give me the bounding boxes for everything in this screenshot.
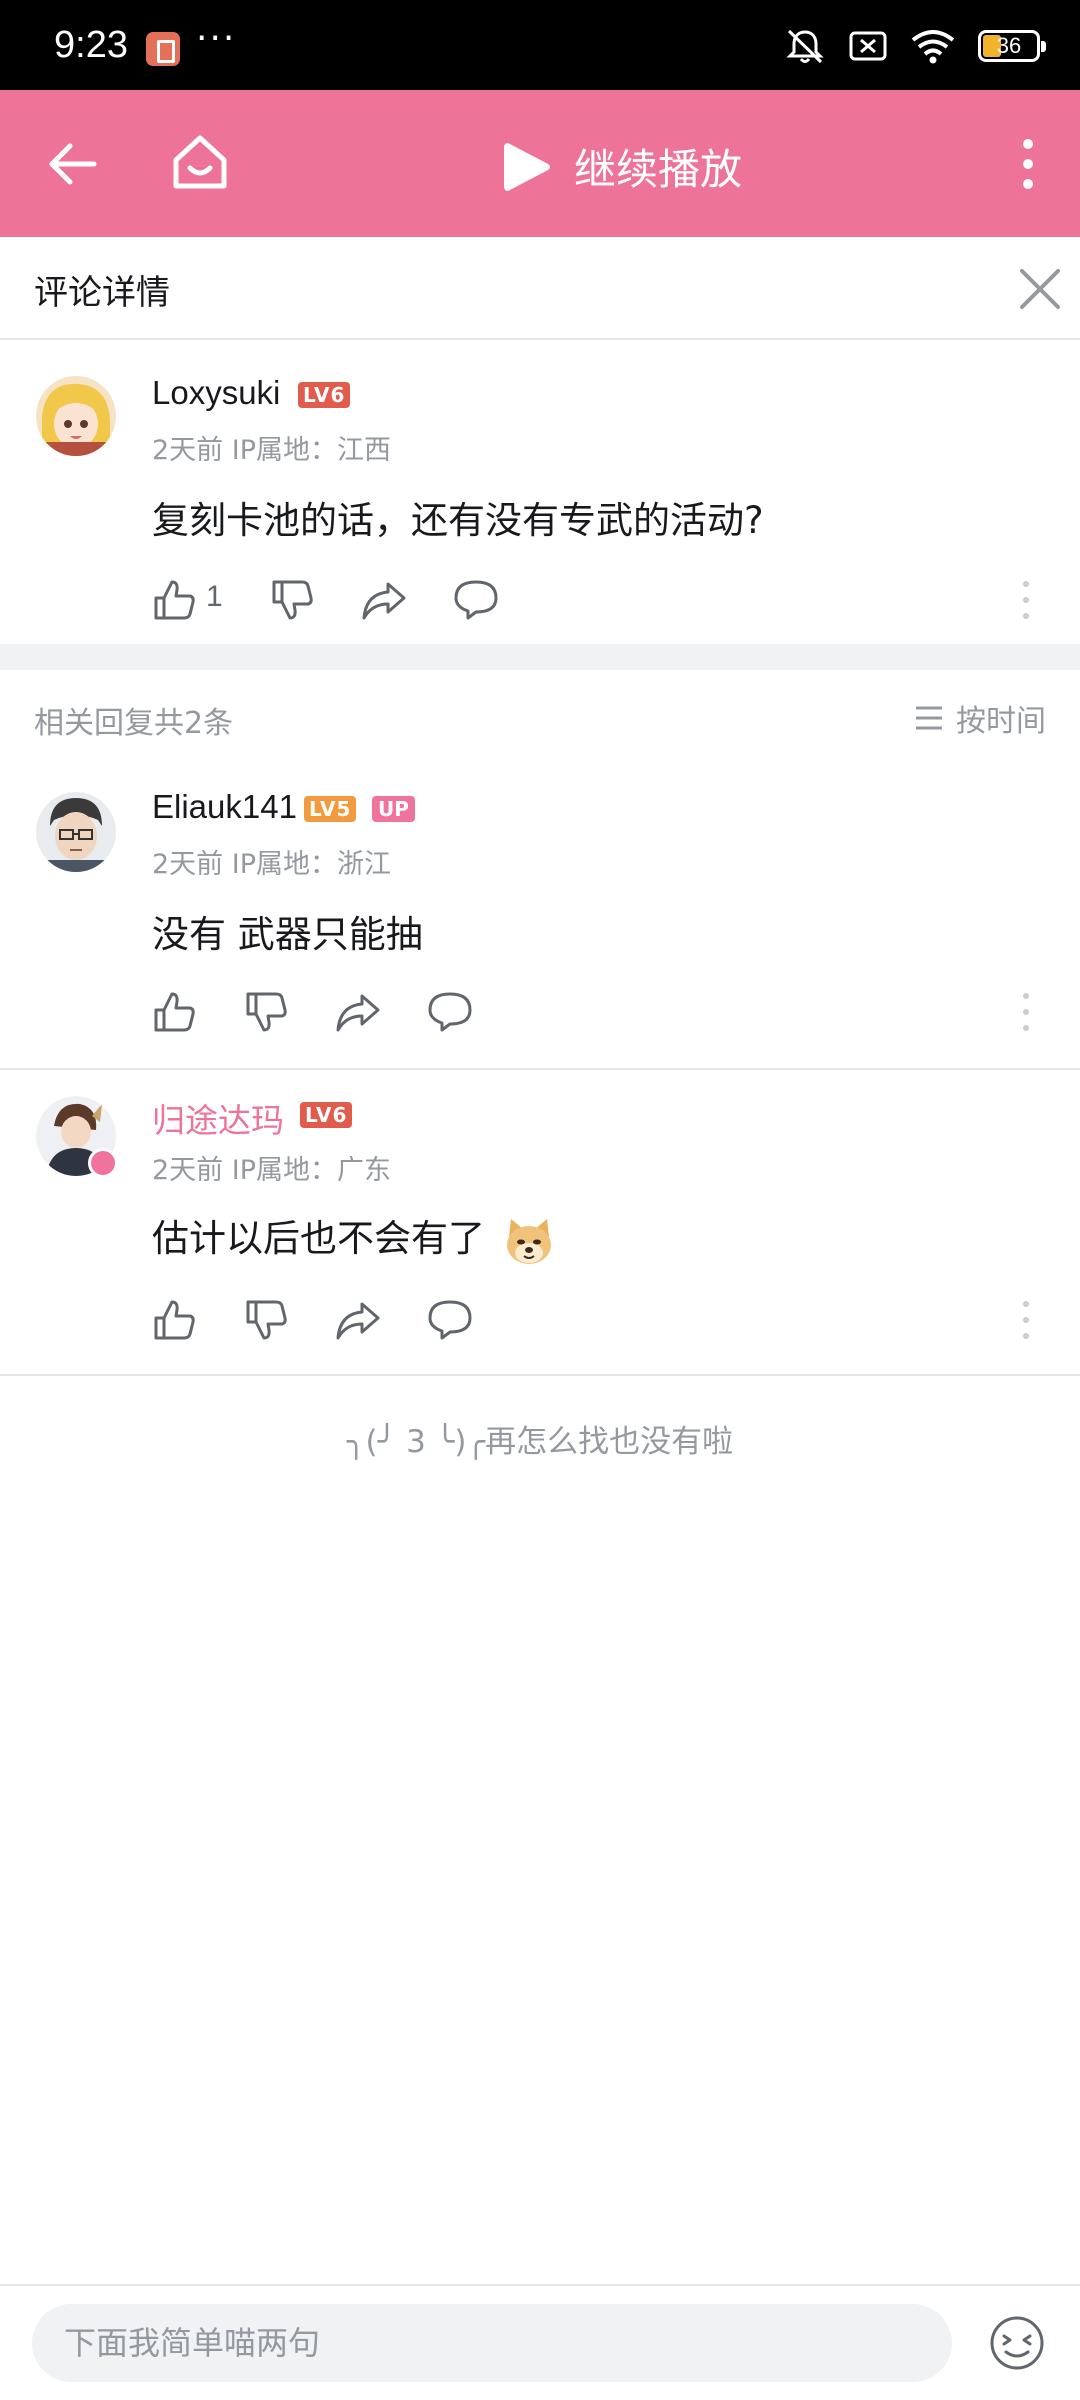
divider [0, 1374, 1080, 1376]
comment-text: 没有 武器只能抽 [152, 913, 423, 956]
comment-text-content: 估计以后也不会有了 [152, 1217, 485, 1260]
back-arrow-icon[interactable] [44, 134, 104, 194]
avatar[interactable] [36, 376, 116, 456]
comment-text: 估计以后也不会有了 [152, 1208, 555, 1267]
end-of-list-text: ╮(╯ 3 ╰)╭再怎么找也没有啦 [346, 1424, 734, 1460]
comment-meta: 2天前 IP属地：江西 [152, 435, 392, 466]
comment-actions [150, 1296, 1030, 1344]
comment-meta: 2天前 IP属地：广东 [152, 1155, 392, 1186]
sort-by-time-button[interactable]: 按时间 [914, 696, 1046, 740]
username[interactable]: Eliauk141 [152, 788, 297, 826]
play-icon [504, 142, 550, 191]
list-icon [916, 706, 942, 730]
comment-more-icon[interactable] [1016, 1296, 1036, 1344]
share-icon[interactable] [334, 1296, 382, 1344]
no-sim-icon [849, 31, 887, 61]
username[interactable]: Loxysuki [152, 374, 280, 412]
sort-label: 按时间 [956, 704, 1046, 739]
comment-more-icon[interactable] [1016, 576, 1036, 624]
reply-item: Eliauk141 LV5 UP 2天前 IP属地：浙江 没有 武器只能抽 [0, 764, 1080, 1068]
reply-icon[interactable] [426, 988, 474, 1036]
avatar[interactable] [36, 1096, 118, 1178]
doge-emoji-icon [506, 1218, 551, 1264]
page-title: 评论详情 [34, 273, 170, 313]
comment-actions: 1 [150, 576, 1030, 624]
root-comment: Loxysuki LV6 2天前 IP属地：江西 复刻卡池的话，还有没有专武的活… [0, 340, 1080, 644]
level-badge: LV5 [304, 796, 357, 822]
more-notifications-icon: ··· [196, 18, 237, 59]
wifi-icon [911, 30, 955, 64]
mute-icon [786, 29, 824, 64]
share-icon[interactable] [360, 576, 408, 624]
status-time: 9:23 [54, 24, 128, 66]
home-icon[interactable] [168, 130, 232, 194]
comment-text: 复刻卡池的话，还有没有专武的活动? [152, 499, 764, 542]
comment-meta: 2天前 IP属地：浙江 [152, 849, 392, 880]
dislike-icon[interactable] [268, 576, 316, 624]
emoji-icon[interactable] [988, 2314, 1046, 2372]
reply-count: 相关回复共2条 [34, 706, 234, 741]
reply-icon[interactable] [452, 576, 500, 624]
status-icons: 36 [784, 26, 1046, 66]
continue-play-button[interactable]: 继续播放 [500, 136, 742, 197]
continue-play-label: 继续播放 [574, 145, 743, 194]
up-badge: UP [372, 796, 415, 822]
share-icon[interactable] [334, 988, 382, 1036]
comment-detail-header: 评论详情 [0, 237, 1080, 340]
username[interactable]: 归途达玛 [152, 1094, 284, 1142]
battery-icon: 36 [978, 30, 1046, 62]
top-app-bar: 继续播放 [0, 90, 1080, 237]
reply-item: 归途达玛 LV6 2天前 IP属地：广东 估计以后也不会有了 [0, 1070, 1080, 1374]
avatar[interactable] [36, 792, 116, 872]
comment-input-bar: 下面我简单喵两句 [0, 2284, 1080, 2400]
like-count: 1 [206, 580, 223, 613]
more-vertical-icon[interactable] [1010, 134, 1046, 194]
vip-badge-icon [88, 1148, 118, 1178]
app-notification-icon [146, 32, 180, 66]
comment-actions [150, 988, 1030, 1036]
section-divider [0, 644, 1080, 670]
reply-icon[interactable] [426, 1296, 474, 1344]
replies-header: 相关回复共2条 按时间 [0, 670, 1080, 764]
like-icon[interactable] [150, 576, 198, 624]
comment-input[interactable]: 下面我简单喵两句 [32, 2304, 952, 2382]
close-icon[interactable] [1018, 267, 1062, 311]
like-icon[interactable] [150, 988, 198, 1036]
status-bar: 9:23 ··· 36 [0, 0, 1080, 90]
comment-more-icon[interactable] [1016, 988, 1036, 1036]
level-badge: LV6 [298, 382, 351, 408]
dislike-icon[interactable] [242, 988, 290, 1036]
level-badge: LV6 [300, 1102, 353, 1128]
dislike-icon[interactable] [242, 1296, 290, 1344]
like-icon[interactable] [150, 1296, 198, 1344]
